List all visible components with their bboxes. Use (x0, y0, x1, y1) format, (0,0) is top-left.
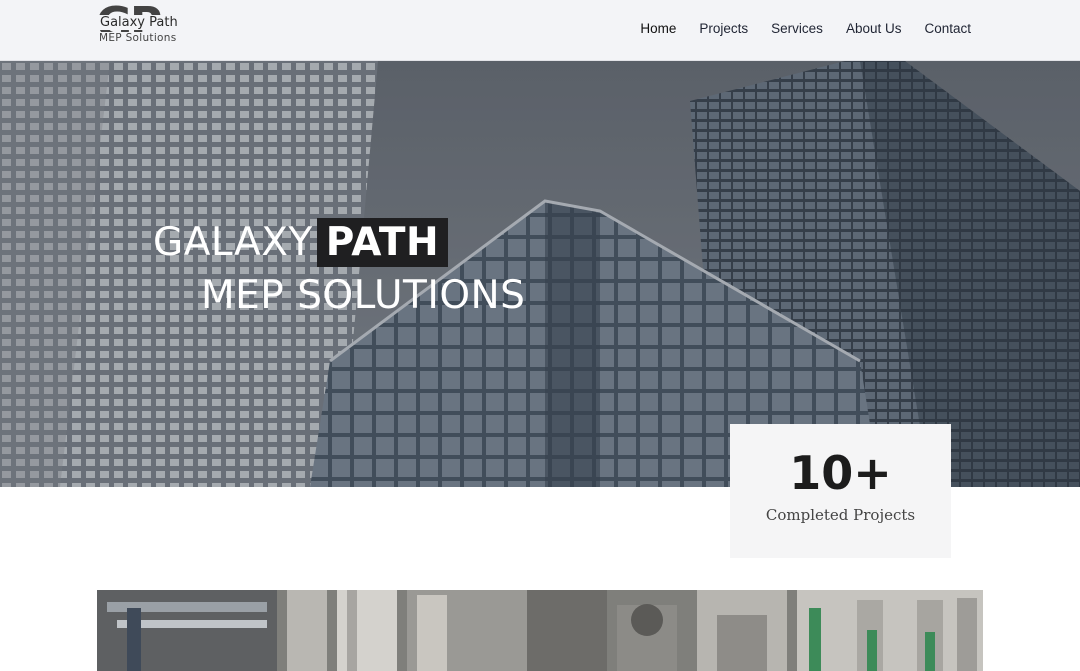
stat-label: Completed Projects (765, 506, 916, 524)
nav-projects[interactable]: Projects (699, 21, 748, 36)
stat-card: 10+ Completed Projects (730, 424, 951, 558)
hero-title-line2: MEP SOLUTIONS (201, 273, 526, 318)
logo-mark: G P (96, 2, 186, 56)
nav-about-us[interactable]: About Us (846, 21, 902, 36)
nav-services[interactable]: Services (771, 21, 823, 36)
hero-title-part1: GALAXY (153, 220, 313, 265)
logo-subtitle: MEP Solutions (97, 32, 179, 44)
pipes-image (97, 590, 983, 671)
main-nav: Home Projects Services About Us Contact (640, 21, 971, 36)
pipes-illustration (97, 590, 983, 671)
logo-title: Galaxy Path (98, 15, 180, 30)
hero-title-line1: GALAXY PATH (153, 218, 449, 267)
nav-contact[interactable]: Contact (924, 21, 971, 36)
stat-number: 10+ (789, 446, 892, 500)
nav-home[interactable]: Home (640, 21, 676, 36)
logo[interactable]: G P Galaxy Path MEP Solutions (96, 2, 186, 56)
hero-title-highlight: PATH (316, 218, 449, 267)
site-header: G P Galaxy Path MEP Solutions Home Proje… (0, 0, 1080, 61)
